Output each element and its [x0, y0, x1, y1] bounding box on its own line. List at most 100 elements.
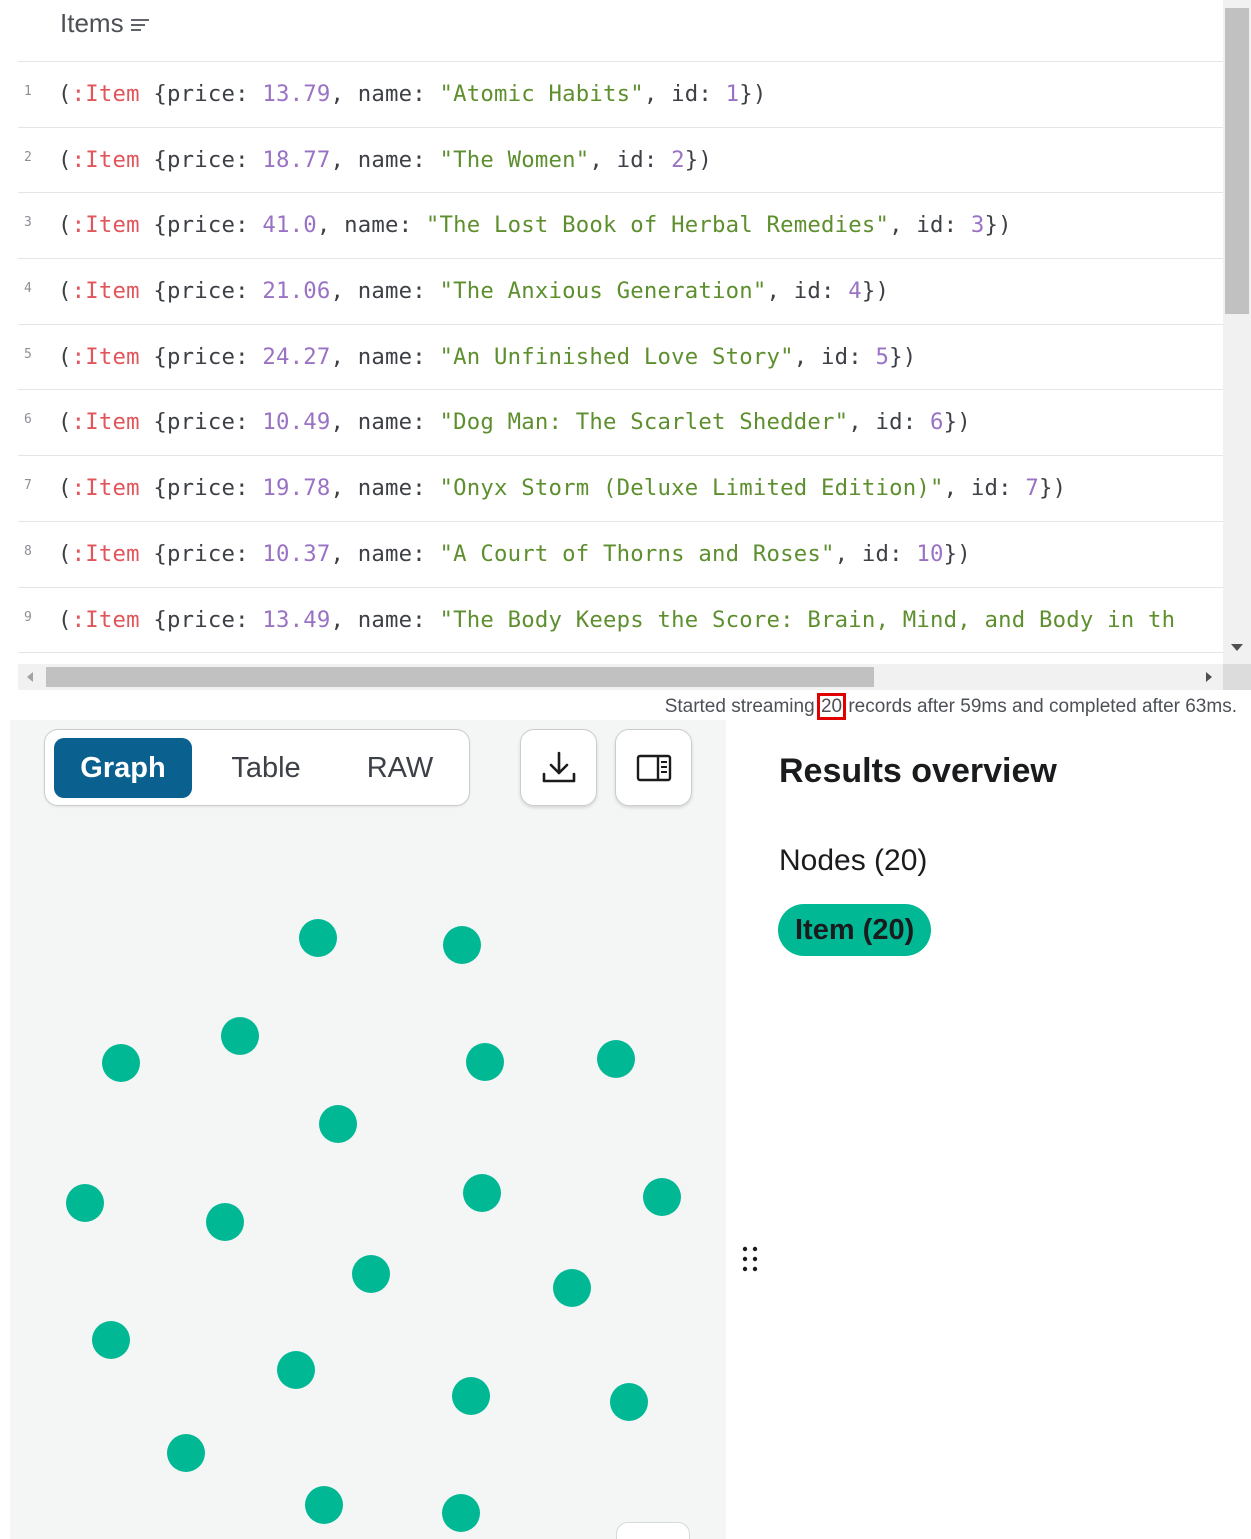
node-label: :Item: [71, 409, 140, 436]
id-value: 10: [916, 540, 944, 567]
node-label: :Item: [71, 146, 140, 173]
graph-node[interactable]: [102, 1044, 140, 1082]
price-value: 19.78: [262, 475, 331, 502]
vertical-scroll-thumb[interactable]: [1225, 8, 1249, 314]
table-row[interactable]: 3 (:Item {price: 41.0, name: "The Lost Bo…: [18, 193, 1223, 260]
row-number: 4: [24, 281, 32, 297]
price-value: 13.49: [262, 606, 331, 633]
name-value: "The Body Keeps the Score: Brain, Mind, …: [439, 606, 1176, 633]
price-value: 10.37: [262, 540, 331, 567]
table-row[interactable]: 2 (:Item {price: 18.77, name: "The Women"…: [18, 128, 1223, 194]
graph-node[interactable]: [92, 1321, 130, 1359]
id-value: 6: [929, 409, 944, 436]
row-number: 3: [24, 215, 32, 231]
graph-node[interactable]: [299, 919, 337, 957]
row-value: (:Item {price: 41.0, name: "The Lost Boo…: [58, 212, 1012, 239]
id-value: 5: [875, 343, 890, 370]
status-message: Started streaming 20 records after 59ms …: [664, 693, 1237, 720]
name-value: "An Unfinished Love Story": [439, 343, 794, 370]
column-menu-icon[interactable]: [130, 17, 150, 33]
id-value: 4: [848, 278, 862, 305]
id-value: 3: [970, 212, 985, 239]
node-label: :Item: [71, 212, 140, 239]
horizontal-scrollbar[interactable]: [18, 664, 1223, 690]
graph-node[interactable]: [463, 1174, 501, 1212]
graph-node[interactable]: [221, 1017, 259, 1055]
table-row[interactable]: 4 (:Item {price: 21.06, name: "The Anxiou…: [18, 259, 1223, 325]
scroll-down-arrow-icon[interactable]: [1231, 644, 1243, 651]
table-row[interactable]: 7 (:Item {price: 19.78, name: "Onyx Storm…: [18, 456, 1223, 522]
node-label: :Item: [71, 475, 140, 502]
status-suffix: records after 59ms and completed after 6…: [843, 696, 1237, 717]
graph-node[interactable]: [466, 1043, 504, 1081]
graph-node[interactable]: [352, 1255, 390, 1293]
horizontal-scroll-thumb[interactable]: [46, 667, 874, 687]
row-value: (:Item {price: 21.06, name: "The Anxious…: [58, 278, 890, 305]
graph-node[interactable]: [277, 1351, 315, 1389]
price-value: 10.49: [262, 409, 331, 436]
graph-nodes-svg: [66, 919, 681, 1532]
table-row[interactable]: 5 (:Item {price: 24.27, name: "An Unfinis…: [18, 325, 1223, 391]
record-count: 20: [816, 693, 847, 720]
results-overview: Results overview Nodes (20) Item (20): [778, 752, 1057, 956]
drag-handle-icon[interactable]: [740, 1244, 760, 1274]
price-value: 41.0: [262, 212, 317, 239]
name-value: "Onyx Storm (Deluxe Limited Edition)": [439, 475, 944, 502]
graph-node[interactable]: [643, 1178, 681, 1216]
graph-node[interactable]: [167, 1434, 205, 1472]
name-value: "The Lost Book of Herbal Remedies": [425, 212, 890, 239]
node-label: :Item: [71, 540, 140, 567]
table-row[interactable]: 8 (:Item {price: 10.37, name: "A Court of…: [18, 522, 1223, 588]
row-number: 1: [24, 84, 32, 99]
label-chip-item[interactable]: Item (20): [778, 904, 932, 956]
name-value: "A Court of Thorns and Roses": [439, 540, 835, 567]
node-label: :Item: [71, 81, 140, 107]
graph-node[interactable]: [443, 926, 481, 964]
vertical-scrollbar[interactable]: [1223, 0, 1251, 664]
row-value: (:Item {price: 19.78, name: "Onyx Storm …: [58, 475, 1067, 502]
graph-node[interactable]: [442, 1494, 480, 1532]
price-value: 18.77: [262, 146, 331, 173]
overview-title: Results overview: [779, 752, 1057, 790]
id-value: 7: [1025, 475, 1039, 502]
scroll-right-arrow-icon[interactable]: [1206, 672, 1212, 682]
graph-canvas[interactable]: Graph Table RAW: [10, 720, 726, 1539]
row-number: 5: [24, 346, 32, 362]
graph-node[interactable]: [610, 1383, 648, 1421]
scrollbar-corner: [1223, 664, 1251, 690]
graph-node[interactable]: [66, 1184, 104, 1222]
row-value: (:Item {price: 24.27, name: "An Unfinish…: [58, 343, 917, 370]
scroll-left-arrow-icon[interactable]: [27, 672, 33, 682]
column-header[interactable]: Items: [60, 8, 150, 39]
row-number: 7: [24, 478, 32, 494]
graph-node[interactable]: [305, 1486, 343, 1524]
row-value: (:Item {price: 10.49, name: "Dog Man: Th…: [58, 409, 971, 436]
row-number: 2: [24, 149, 32, 165]
table-row[interactable]: 1 (:Item {price: 13.79, name: "Atomic Hab…: [18, 62, 1223, 128]
price-value: 13.79: [262, 81, 331, 107]
status-prefix: Started streaming: [664, 696, 820, 717]
name-value: "Atomic Habits": [439, 81, 644, 107]
row-value: (:Item {price: 13.49, name: "The Body Ke…: [58, 606, 1176, 633]
table-row[interactable]: 6 (:Item {price: 10.49, name: "Dog Man: T…: [18, 390, 1223, 457]
graph-node[interactable]: [553, 1269, 591, 1307]
zoom-controls[interactable]: [616, 1522, 690, 1539]
column-header-label: Items: [60, 8, 124, 38]
id-value: 2: [671, 146, 685, 173]
price-value: 24.27: [262, 343, 331, 370]
node-label: :Item: [71, 278, 140, 305]
table-body[interactable]: 1 (:Item {price: 13.79, name: "Atomic Hab…: [18, 61, 1223, 655]
graph-node[interactable]: [319, 1105, 357, 1143]
table-row[interactable]: 9 (:Item {price: 13.49, name: "The Body K…: [18, 588, 1223, 654]
results-table: Items 1 (:Item {price: 13.79, name: "Atom…: [0, 0, 1251, 692]
graph-node[interactable]: [206, 1203, 244, 1241]
graph-node[interactable]: [597, 1040, 635, 1078]
row-number: 9: [24, 609, 32, 625]
row-value: (:Item {price: 10.37, name: "A Court of …: [58, 540, 971, 567]
row-value: (:Item {price: 18.77, name: "The Women",…: [58, 146, 712, 173]
row-number: 8: [24, 543, 32, 559]
price-value: 21.06: [262, 278, 331, 305]
name-value: "The Women": [439, 146, 590, 173]
graph-node[interactable]: [452, 1377, 490, 1415]
id-value: 1: [725, 81, 740, 107]
